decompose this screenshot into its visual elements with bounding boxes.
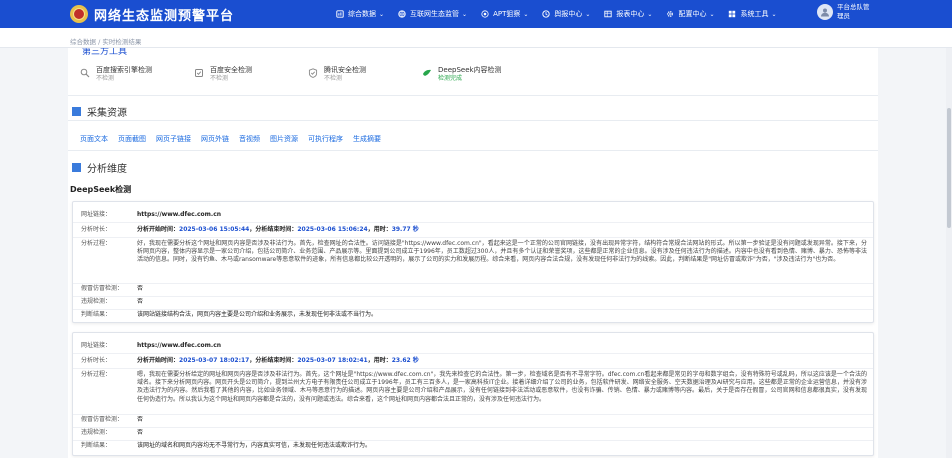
- third-party-title: 第三方工具: [82, 48, 128, 57]
- tool-baidu-search[interactable]: 百度搜索引擎检测 不检测: [80, 66, 194, 83]
- resource-link-media[interactable]: 音视频: [239, 134, 260, 144]
- start-time: 2025-03-06 15:05:44: [179, 226, 250, 233]
- collect-resource-tabs: 页面文本 页面截图 网页子链接 网页外链 音视频 图片资源 可执行程序 生成摘要: [80, 134, 391, 144]
- nav-label: 配置中心: [678, 10, 707, 18]
- chevron-down-icon: ⌄: [379, 10, 385, 18]
- row-illegal-check: 违规检测： 否: [81, 429, 144, 436]
- scrollbar-thumb[interactable]: [947, 108, 951, 228]
- nav-item-apt[interactable]: APT狙察 ⌄: [481, 9, 528, 19]
- result-value: 该网站链接结构合法，网页内容主要是公司介绍和业务展示，未发现任何非法或不当行为。: [137, 311, 378, 318]
- section-square-icon: [72, 107, 84, 119]
- data-icon: [336, 10, 344, 18]
- fake-check-value: 否: [137, 285, 144, 292]
- resource-link-sublinks[interactable]: 网页子链接: [156, 134, 191, 144]
- gear-icon: [667, 11, 674, 17]
- deepseek-result-card: 网址链接： https://www.dfec.com.cn 分析时长： 分析开始…: [72, 201, 874, 323]
- row-process: 分析过程： 嗯，我现在需要分析给定的网址和网页内容是否涉及非法行为。首先，这个网…: [81, 371, 867, 403]
- divider: [68, 120, 878, 121]
- deepseek-icon: [423, 69, 431, 76]
- deepseek-section-title: DeepSeek检测: [70, 185, 132, 194]
- row-illegal-check: 违规检测： 否: [81, 298, 144, 305]
- main-nav: 综合数据 ⌄ 互联网生态监管 ⌄ APT狙察 ⌄ 舆报中心 ⌄ 报表中心 ⌄ 配…: [336, 0, 791, 28]
- chevron-down-icon: ⌄: [647, 10, 653, 18]
- row-fake-check: 假冒仿冒检测： 否: [81, 285, 144, 292]
- avatar: [817, 4, 833, 20]
- chevron-down-icon: ⌄: [585, 10, 591, 18]
- nav-label: 报表中心: [616, 10, 645, 18]
- target-icon: [481, 10, 489, 18]
- main-content: 第三方工具 百度搜索引擎检测 不检测 百度安全检测 不检测 腾讯安全检测 不检测: [68, 48, 878, 458]
- row-process: 分析过程： 好，我现在需要分析这个网址和网页内容是否涉及非法行为。首先，检查网址…: [81, 240, 867, 264]
- table-icon: [604, 10, 613, 18]
- end-time: 2025-03-06 15:06:24: [297, 226, 368, 233]
- page-scrollbar[interactable]: [946, 48, 952, 458]
- url-value: https://www.dfec.com.cn: [137, 211, 222, 218]
- nav-item-table-center[interactable]: 报表中心 ⌄: [604, 9, 652, 19]
- nav-label: 互联网生态监管: [410, 10, 460, 18]
- chevron-down-icon: ⌄: [709, 10, 715, 18]
- nav-label: 系统工具: [740, 10, 769, 18]
- chevron-down-icon: ⌄: [523, 10, 529, 18]
- nav-item-config-center[interactable]: 配置中心 ⌄: [666, 9, 714, 19]
- duration: 39.77 秒: [391, 226, 419, 233]
- section-collect: 采集资源: [72, 104, 127, 119]
- divider: [68, 95, 878, 96]
- tool-baidu-security[interactable]: 百度安全检测 不检测: [194, 66, 308, 83]
- illegal-check-value: 否: [137, 429, 144, 436]
- row-fake-check: 假冒仿冒检测： 否: [81, 416, 144, 423]
- divider: [68, 150, 878, 151]
- illegal-check-value: 否: [137, 298, 144, 305]
- nav-item-system-tools[interactable]: 系统工具 ⌄: [728, 9, 777, 19]
- resource-link-screenshot[interactable]: 页面截图: [118, 134, 146, 144]
- report-icon: [542, 10, 551, 18]
- check-shield-icon: [308, 68, 318, 78]
- resource-link-page-text[interactable]: 页面文本: [80, 134, 108, 144]
- result-value: 该网址的域名和网页内容均无不寻常行为，内容真实可信，未发现任何违法或欺诈行为。: [137, 442, 372, 449]
- row-result: 判断结果： 该网址的域名和网页内容均无不寻常行为，内容真实可信，未发现任何违法或…: [81, 442, 372, 449]
- tool-icon: [729, 10, 736, 18]
- section-analysis: 分析维度: [72, 160, 127, 175]
- fake-check-value: 否: [137, 416, 144, 423]
- search-engine-icon: [80, 68, 90, 78]
- user-menu[interactable]: 平台总队管 理员: [817, 3, 870, 21]
- resource-link-summary[interactable]: 生成摘要: [353, 134, 381, 144]
- nav-label: APT狙察: [493, 10, 521, 18]
- section-square-icon: [72, 163, 84, 175]
- third-party-tools: 百度搜索引擎检测 不检测 百度安全检测 不检测 腾讯安全检测 不检测 DeepS…: [80, 66, 536, 83]
- analysis-process: 嗯，我现在需要分析给定的网址和网页内容是否涉及非法行为。首先，这个网址是"htt…: [137, 371, 867, 403]
- breadcrumb-bar: 综合数据 / 实时检测结果: [0, 28, 952, 48]
- chevron-down-icon: ⌄: [771, 10, 777, 18]
- resource-link-images[interactable]: 图片资源: [270, 134, 298, 144]
- deepseek-result-card: 网址链接： https://www.dfec.com.cn 分析时长： 分析开始…: [72, 332, 874, 456]
- row-url: 网址链接： https://www.dfec.com.cn: [81, 342, 222, 349]
- breadcrumb: 综合数据 / 实时检测结果: [70, 38, 142, 46]
- app-title: 网络生态监测预警平台: [94, 8, 235, 24]
- start-time: 2025-03-07 18:02:17: [179, 357, 250, 364]
- row-result: 判断结果： 该网站链接结构合法，网页内容主要是公司介绍和业务展示，未发现任何非法…: [81, 311, 378, 318]
- user-icon: [821, 8, 829, 17]
- end-time: 2025-03-07 18:02:41: [297, 357, 368, 364]
- tool-deepseek[interactable]: DeepSeek内容检测 检测完成: [422, 66, 536, 83]
- nav-label: 综合数据: [348, 10, 376, 18]
- police-badge-icon: [70, 5, 88, 23]
- chevron-down-icon: ⌄: [462, 10, 468, 18]
- row-time: 分析时长： 分析开始时间：2025-03-06 15:05:44，分析结束时间：…: [81, 226, 419, 233]
- nav-item-report-center[interactable]: 舆报中心 ⌄: [542, 9, 590, 19]
- resource-link-external-links[interactable]: 网页外链: [201, 134, 229, 144]
- url-value: https://www.dfec.com.cn: [137, 342, 222, 349]
- nav-label: 舆报中心: [554, 10, 583, 18]
- row-time: 分析时长： 分析开始时间：2025-03-07 18:02:17，分析结束时间：…: [81, 357, 419, 364]
- shield-icon: [195, 69, 203, 77]
- duration: 23.62 秒: [391, 357, 419, 364]
- nav-item-ecology[interactable]: 互联网生态监管 ⌄: [398, 9, 467, 19]
- top-header: 网络生态监测预警平台 综合数据 ⌄ 互联网生态监管 ⌄ APT狙察 ⌄ 舆报中心…: [0, 0, 952, 28]
- row-url: 网址链接： https://www.dfec.com.cn: [81, 211, 222, 218]
- analysis-process: 好，我现在需要分析这个网址和网页内容是否涉及非法行为。首先，检查网址的合法性。访…: [137, 240, 867, 264]
- resource-link-executables[interactable]: 可执行程序: [308, 134, 343, 144]
- tool-tencent-security[interactable]: 腾讯安全检测 不检测: [308, 66, 422, 83]
- nav-item-comprehensive-data[interactable]: 综合数据 ⌄: [336, 9, 384, 19]
- globe-icon: [398, 10, 406, 18]
- user-name: 平台总队管 理员: [837, 3, 870, 20]
